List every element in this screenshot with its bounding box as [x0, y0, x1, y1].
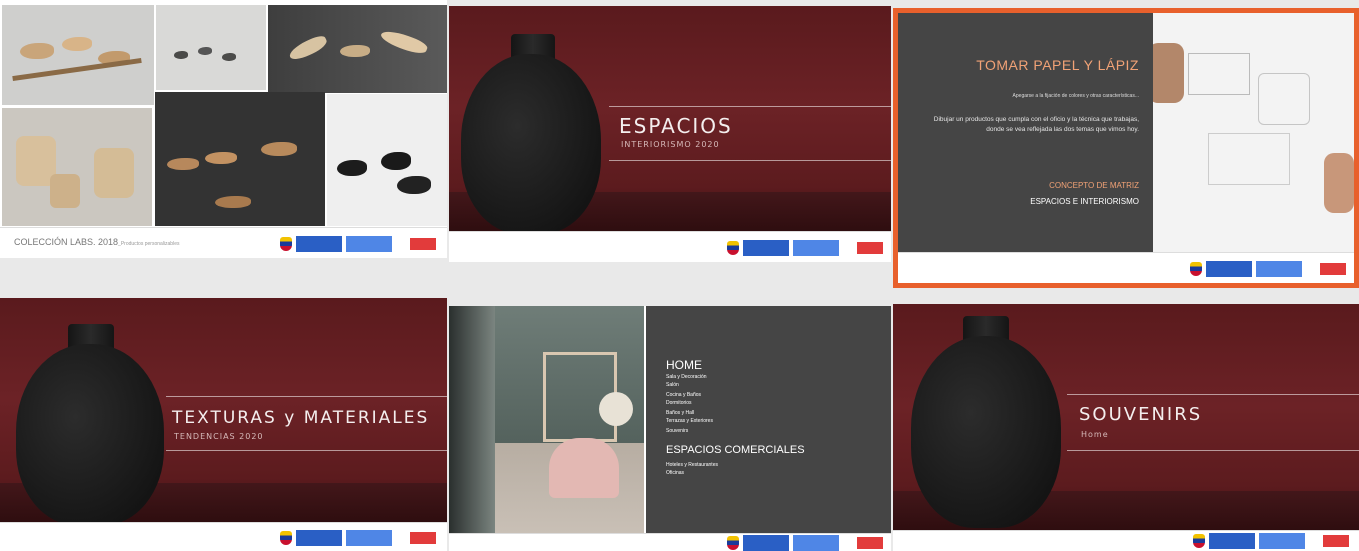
slide-footer — [893, 530, 1359, 551]
slide-subtitle: TENDENCIAS 2020 — [174, 432, 264, 441]
slide-title: TEXTURAS y MATERIALES — [172, 408, 430, 428]
gov-logo-icon — [743, 240, 789, 256]
slide-text-line1: Apegarse a la fijación de colores y otra… — [1012, 93, 1139, 99]
text-panel: TOMAR PAPEL Y LÁPIZ Apegarse a la fijaci… — [898, 13, 1153, 253]
photo-flying-wooden-birds — [268, 5, 447, 93]
artesanias-logo-icon — [857, 242, 883, 254]
collection-caption-sub: _Productos personalizables — [118, 241, 180, 247]
menu-item: Baños y Hall — [666, 410, 695, 416]
sketch-drawing-photo — [1148, 13, 1354, 253]
artesanias-logo-icon — [410, 238, 436, 250]
gov-logo-icon — [1209, 533, 1255, 549]
artesanias-logo-icon — [1323, 535, 1349, 547]
photo-black-birds — [327, 94, 447, 226]
menu-item: Oficinas — [666, 470, 685, 476]
black-vase-image — [16, 324, 164, 526]
black-vase-image — [911, 316, 1061, 528]
government-logos — [727, 240, 883, 256]
slide-footer — [449, 231, 891, 262]
ministry-logo-icon — [793, 240, 839, 256]
colombia-crest-icon — [727, 536, 739, 550]
government-logos — [280, 530, 436, 546]
colombia-crest-icon — [1190, 262, 1202, 276]
slide-espacios[interactable]: ESPACIOS INTERIORISMO 2020 — [449, 6, 891, 262]
black-vase-image — [461, 34, 601, 234]
collection-caption: COLECCIÓN LABS. 2018 — [14, 237, 119, 247]
menu-item: Salón — [666, 382, 679, 388]
slide-footer — [0, 522, 447, 551]
menu-item: Souvenirs — [666, 428, 689, 434]
interior-room-photo — [449, 306, 644, 534]
slide-footer — [449, 533, 891, 551]
slide-subtitle: INTERIORISMO 2020 — [621, 140, 720, 149]
slide-tomar-papel[interactable]: TOMAR PAPEL Y LÁPIZ Apegarse a la fijaci… — [893, 8, 1359, 288]
gov-logo-icon — [296, 530, 342, 546]
photo-round-boxes — [2, 108, 152, 226]
concept-subtitle: ESPACIOS E INTERIORISMO — [1030, 197, 1139, 206]
photo-hanging-birds — [155, 92, 325, 226]
menu-item: Sala y Decoración — [666, 374, 707, 380]
ministry-logo-icon — [346, 236, 392, 252]
photo-wooden-birds-on-branch — [2, 5, 154, 105]
colombia-crest-icon — [727, 241, 739, 255]
slide-title: ESPACIOS — [619, 114, 733, 138]
artesanias-logo-icon — [857, 537, 883, 549]
colombia-crest-icon — [280, 237, 292, 251]
government-logos — [1190, 261, 1346, 277]
concept-label: CONCEPTO DE MATRIZ — [1049, 181, 1139, 190]
ministry-logo-icon — [1259, 533, 1305, 549]
photo-small-dark-birds — [156, 5, 266, 90]
menu-item: Terrazas y Exteriores — [666, 418, 713, 424]
gov-logo-icon — [743, 535, 789, 551]
slide-home[interactable]: HOME Sala y Decoración Salón Cocina y Ba… — [449, 306, 891, 551]
slide-body: Dibujar un productos que cumpla con el o… — [933, 116, 1139, 133]
slide-footer — [898, 252, 1354, 283]
colombia-crest-icon — [1193, 534, 1205, 548]
menu-item: Dormitorios — [666, 400, 692, 406]
ministry-logo-icon — [1256, 261, 1302, 277]
artesanias-logo-icon — [410, 532, 436, 544]
menu-heading-comerciales: ESPACIOS COMERCIALES — [666, 444, 805, 456]
gov-logo-icon — [296, 236, 342, 252]
slide-title: SOUVENIRS — [1079, 404, 1203, 425]
artesanias-logo-icon — [1320, 263, 1346, 275]
menu-panel: HOME Sala y Decoración Salón Cocina y Ba… — [646, 306, 891, 534]
menu-item: Hoteles y Restaurantes — [666, 462, 718, 468]
slide-subtitle: Home — [1081, 430, 1109, 439]
ministry-logo-icon — [346, 530, 392, 546]
government-logos — [280, 236, 436, 252]
colombia-crest-icon — [280, 531, 292, 545]
slide-title: TOMAR PAPEL Y LÁPIZ — [976, 57, 1139, 73]
slide-footer: COLECCIÓN LABS. 2018_Productos personali… — [0, 227, 447, 258]
gov-logo-icon — [1206, 261, 1252, 277]
slide-texturas[interactable]: TEXTURAS y MATERIALES TENDENCIAS 2020 — [0, 298, 447, 551]
ministry-logo-icon — [793, 535, 839, 551]
slide-coleccion[interactable]: COLECCIÓN LABS. 2018_Productos personali… — [0, 0, 447, 258]
government-logos — [727, 535, 883, 551]
government-logos — [1193, 533, 1349, 549]
menu-heading-home: HOME — [666, 358, 702, 372]
menu-item: Cocina y Baños — [666, 392, 702, 398]
slide-souvenirs[interactable]: SOUVENIRS Home — [893, 304, 1359, 551]
